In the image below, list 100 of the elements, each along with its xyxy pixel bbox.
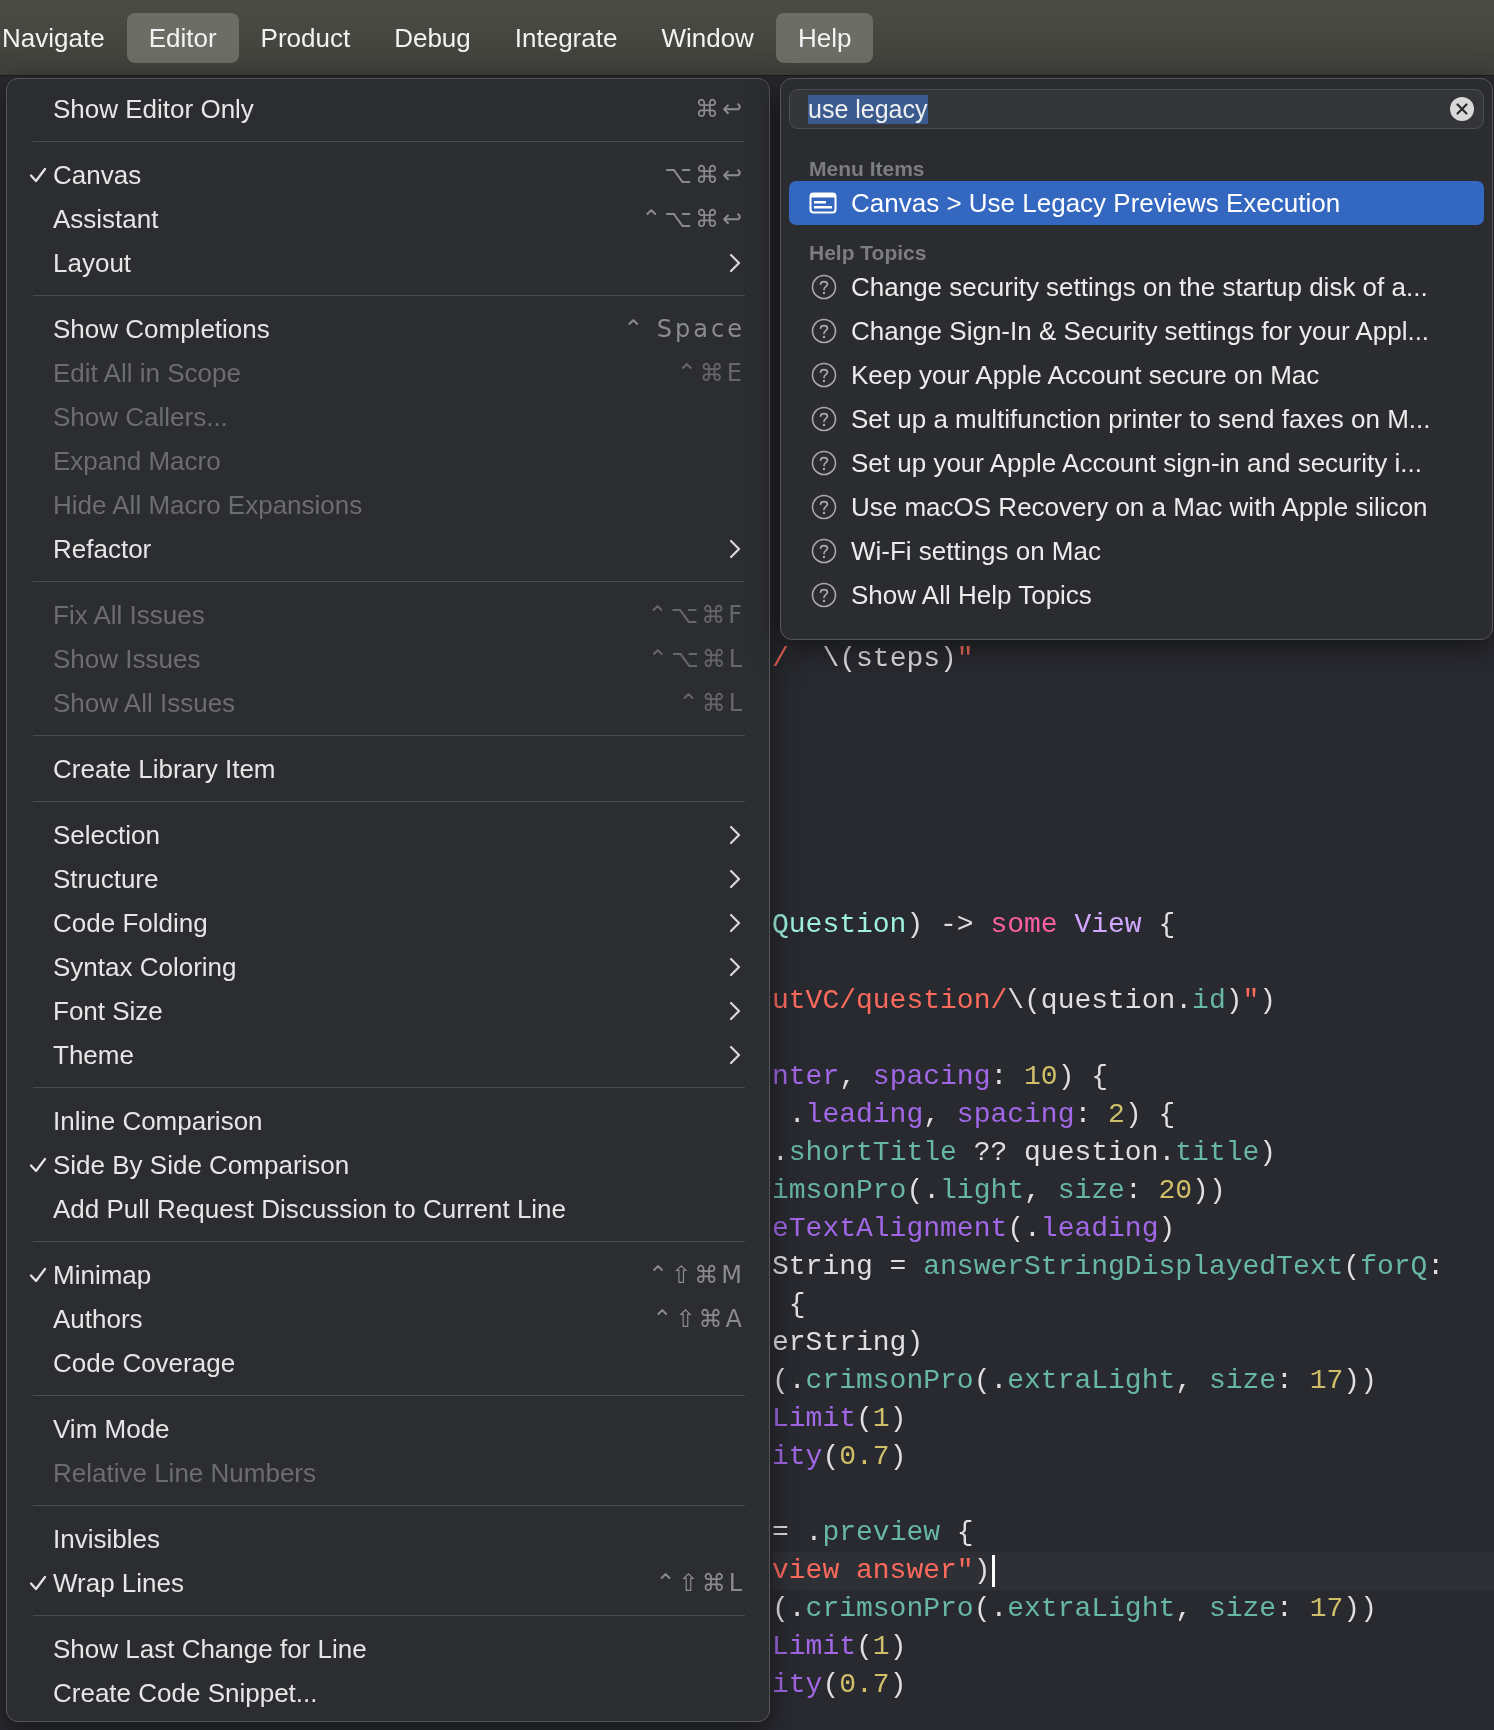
menu-item[interactable]: Assistant ⌃⌥⌘↩	[7, 197, 745, 241]
keyboard-shortcut: ⌃⌘L	[678, 689, 745, 717]
menu-item-label: Show Editor Only	[53, 93, 255, 125]
menu-item[interactable]: Canvas ⌥⌘↩	[7, 153, 745, 197]
menu-item-label: Create Library Item	[53, 753, 277, 785]
menu-bar-item[interactable]: Debug	[372, 12, 493, 63]
menu-item-label: Show Last Change for Line	[53, 1633, 368, 1665]
menu-item-label: Create Code Snippet...	[53, 1677, 319, 1709]
menu-item-label: Inline Comparison	[53, 1105, 264, 1137]
search-result[interactable]: Set up a multifunction printer to send faxes on M...	[789, 397, 1484, 441]
help-icon	[811, 406, 837, 432]
menu-item-label: Add Pull Request Discussion to Current Line	[53, 1193, 568, 1225]
code-line: eTextAlignment(.leading)	[772, 1212, 1176, 1246]
text-cursor	[992, 1555, 996, 1587]
search-field[interactable]: use legacy	[789, 89, 1484, 129]
menu-item-label: Edit All in Scope	[53, 357, 242, 389]
menu-item-label: Side By Side Comparison	[53, 1149, 351, 1181]
menu-bar-item[interactable]: Navigate	[0, 12, 127, 63]
menu-item-label: Assistant	[53, 203, 160, 235]
checkmark-icon	[29, 1157, 47, 1173]
menu-item-label: Layout	[53, 247, 133, 279]
code-line: nter, spacing: 10) {	[772, 1060, 1109, 1094]
code-line: utVC/question/\(question.id)")	[772, 984, 1277, 1018]
menu-item[interactable]: Minimap ⌃⇧⌘M	[7, 1253, 745, 1297]
code-line: Question) -> some View {	[772, 908, 1176, 942]
menu-item[interactable]: Vim Mode	[7, 1407, 745, 1451]
code-line: String = answerStringDisplayedText(forQ:	[772, 1250, 1445, 1284]
keyboard-shortcut: ⌥⌘↩	[664, 161, 745, 189]
menu-item-label: Vim Mode	[53, 1413, 171, 1445]
menu-item-label: Wrap Lines	[53, 1567, 186, 1599]
menu-item-label: Font Size	[53, 995, 164, 1027]
code-line: (.crimsonPro(.extraLight, size: 17))	[772, 1592, 1377, 1626]
result-label: Set up your Apple Account sign-in and security i...	[851, 447, 1422, 479]
chevron-right-icon	[729, 1001, 741, 1021]
menu-item[interactable]: Refactor	[7, 527, 745, 571]
menu-item[interactable]: Show Completions ⌃ Space	[7, 307, 745, 351]
result-label: Set up a multifunction printer to send faxes on M...	[851, 403, 1431, 435]
result-label: Canvas > Use Legacy Previews Execution	[851, 187, 1341, 219]
checkmark-icon	[29, 1575, 47, 1591]
menu-item-label: Canvas	[53, 159, 143, 191]
clear-icon[interactable]	[1449, 96, 1475, 122]
result-label: Wi-Fi settings on Mac	[851, 535, 1101, 567]
search-result[interactable]: Wi-Fi settings on Mac	[789, 529, 1484, 573]
menu-item-label: Theme	[53, 1039, 135, 1071]
code-line: .shortTitle ?? question.title)	[772, 1136, 1277, 1170]
menu-item-label: Fix All Issues	[53, 599, 206, 631]
help-icon	[811, 274, 837, 300]
menu-item-label: Selection	[53, 819, 161, 851]
chevron-right-icon	[729, 825, 741, 845]
menu-item[interactable]: Create Library Item	[7, 747, 745, 791]
menu-item[interactable]: Code Folding	[7, 901, 745, 945]
menu-item[interactable]: Create Code Snippet...	[7, 1671, 745, 1715]
code-line: .leading, spacing: 2) {	[787, 1098, 1176, 1132]
chevron-right-icon	[729, 539, 741, 559]
menu-item-label: Hide All Macro Expansions	[53, 489, 364, 521]
menu-item[interactable]: Add Pull Request Discussion to Current Line	[7, 1187, 745, 1231]
menu-item[interactable]: Side By Side Comparison	[7, 1143, 745, 1187]
menu-item[interactable]: Wrap Lines ⌃⇧⌘L	[7, 1561, 745, 1605]
search-result[interactable]: Change security settings on the startup disk of a...	[789, 265, 1484, 309]
menu-item[interactable]: Invisibles	[7, 1517, 745, 1561]
keyboard-shortcut: ⌃⇧⌘M	[648, 1261, 745, 1289]
menu-bar-item[interactable]: Product	[238, 12, 373, 63]
menu-bar-item[interactable]: Integrate	[492, 12, 640, 63]
menu-item-label: Code Coverage	[53, 1347, 237, 1379]
menu-item[interactable]: Layout	[7, 241, 745, 285]
menu-item-label: Expand Macro	[53, 445, 222, 477]
menu-item[interactable]: Authors ⌃⇧⌘A	[7, 1297, 745, 1341]
menu-bar-item[interactable]: Window	[639, 12, 776, 63]
menu-item-label: Authors	[53, 1303, 144, 1335]
menu-bar-item[interactable]: Editor	[126, 12, 239, 63]
menu-item-label: Refactor	[53, 533, 153, 565]
code-line: = .preview {	[772, 1516, 974, 1550]
chevron-right-icon	[729, 869, 741, 889]
result-label: Change security settings on the startup disk of a...	[851, 271, 1428, 303]
result-label: Keep your Apple Account secure on Mac	[851, 359, 1320, 391]
result-label: Change Sign-In & Security settings for your Appl...	[851, 315, 1430, 347]
search-result[interactable]: Show All Help Topics	[789, 573, 1484, 617]
menu-item-label: Invisibles	[53, 1523, 161, 1555]
menu-item[interactable]: Syntax Coloring	[7, 945, 745, 989]
search-text: use legacy	[808, 94, 928, 124]
chevron-right-icon	[729, 1045, 741, 1065]
menu-item[interactable]: Font Size	[7, 989, 745, 1033]
menu-item[interactable]: Show Editor Only ⌘↩	[7, 87, 745, 131]
checkmark-icon	[29, 167, 47, 183]
keyboard-shortcut: ⌃⌘E	[676, 359, 745, 387]
menu-item[interactable]: Code Coverage	[7, 1341, 745, 1385]
search-result[interactable]: Keep your Apple Account secure on Mac	[789, 353, 1484, 397]
search-result[interactable]: Set up your Apple Account sign-in and security i...	[789, 441, 1484, 485]
keyboard-shortcut: ⌃⌥⌘L	[647, 645, 745, 673]
menu-item[interactable]: Structure	[7, 857, 745, 901]
search-result[interactable]: Canvas > Use Legacy Previews Execution	[789, 181, 1484, 225]
menu-bar-item[interactable]: Help	[775, 12, 874, 63]
menu-item[interactable]: Selection	[7, 813, 745, 857]
menu-item-label: Code Folding	[53, 907, 209, 939]
menu-item[interactable]: Theme	[7, 1033, 745, 1077]
menu-item[interactable]: Inline Comparison	[7, 1099, 745, 1143]
menu-item[interactable]: Show Last Change for Line	[7, 1627, 745, 1671]
search-result[interactable]: Change Sign-In & Security settings for your Appl...	[789, 309, 1484, 353]
code-line: ity(0.7)	[772, 1668, 907, 1702]
search-result[interactable]: Use macOS Recovery on a Mac with Apple silicon	[789, 485, 1484, 529]
